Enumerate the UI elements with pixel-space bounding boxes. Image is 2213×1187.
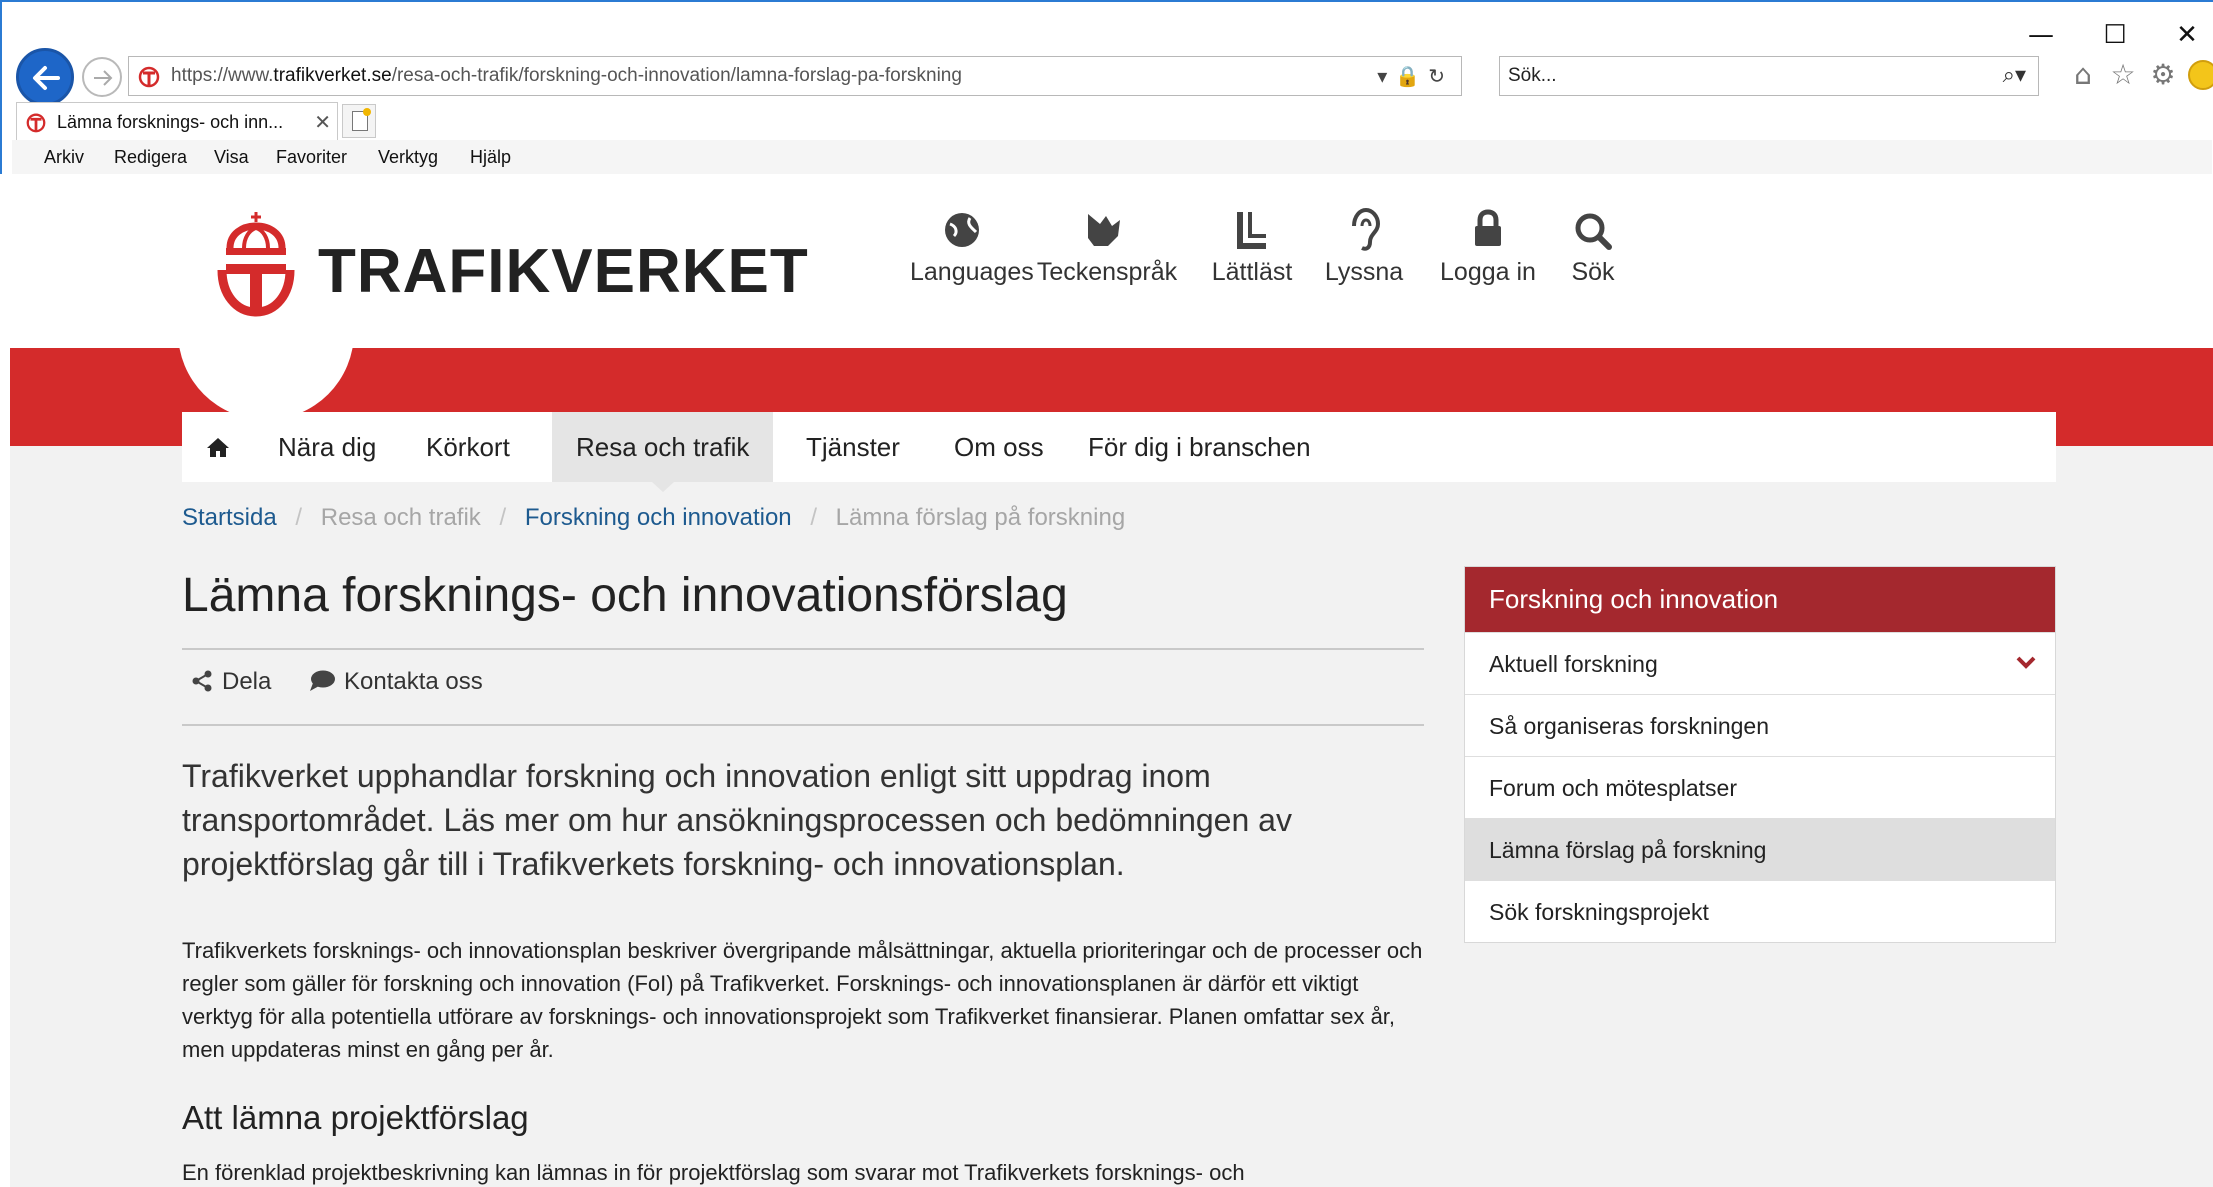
url-path: /resa-och-trafik/forskning-och-innovatio… — [391, 65, 962, 86]
util-label-sok: Sök — [1571, 258, 1615, 286]
sidebar-item-forum[interactable]: Forum och mötesplatser — [1465, 756, 2055, 818]
menu-favoriter[interactable]: Favoriter — [276, 140, 347, 174]
forward-arrow-icon — [94, 70, 113, 86]
address-tools[interactable]: ▾🔒↻ — [1377, 57, 1453, 95]
maximize-button[interactable]: ☐ — [2090, 16, 2140, 54]
nav-tjanster[interactable]: Tjänster — [792, 412, 914, 482]
speech-bubble-icon — [310, 670, 335, 691]
body-paragraph: Trafikverkets forsknings- och innovation… — [182, 938, 1423, 1062]
nav-korkort[interactable]: Körkort — [412, 412, 524, 482]
menu-arkiv[interactable]: Arkiv — [44, 140, 84, 174]
nav-for-dig-i-branschen[interactable]: För dig i branschen — [1074, 412, 1325, 482]
util-lyssna[interactable]: Lyssna — [1314, 206, 1414, 306]
menu-visa[interactable]: Visa — [214, 140, 249, 174]
sidebar-item-aktuell-forskning[interactable]: Aktuell forskning — [1465, 632, 2055, 694]
home-icon[interactable]: ⌂ — [2066, 58, 2100, 92]
util-languages[interactable]: Languages — [910, 206, 1034, 306]
util-label-lattlast: Lättläst — [1211, 258, 1293, 286]
close-window-button[interactable]: ✕ — [2162, 16, 2212, 54]
forward-button[interactable] — [82, 57, 122, 97]
util-teckensprak[interactable]: Teckenspråk — [1022, 206, 1192, 306]
breadcrumb-separator: / — [295, 504, 303, 531]
menu-hjalp[interactable]: Hjälp — [470, 140, 511, 174]
trafikverket-emblem-icon[interactable] — [216, 210, 296, 318]
body-paragraph-2: En förenklad projektbeskrivning kan lämn… — [182, 1160, 1245, 1185]
tab-favicon-icon — [26, 113, 46, 133]
breadcrumb: Startsida / Resa och trafik / Forskning … — [182, 504, 1125, 532]
menu-bar: Arkiv Redigera Visa Favoriter Verktyg Hj… — [12, 140, 2212, 176]
share-label: Dela — [222, 668, 272, 695]
back-arrow-icon — [33, 66, 60, 90]
util-label-lyssna: Lyssna — [1324, 258, 1404, 286]
section-sidebar-menu: Forskning och innovation Aktuell forskni… — [1464, 566, 2056, 943]
easy-read-icon — [1237, 212, 1266, 249]
new-tab-button[interactable] — [342, 104, 376, 138]
browser-search-box[interactable]: ⌕▾ — [1499, 56, 2039, 96]
main-navigation: Nära dig Körkort Resa och trafik Tjänste… — [182, 412, 2056, 492]
nav-resa-och-trafik[interactable]: Resa och trafik — [552, 412, 774, 492]
address-bar[interactable]: https://www.trafikverket.se/resa-och-tra… — [128, 56, 1462, 96]
sidebar-item-lamna-forslag[interactable]: Lämna förslag på forskning — [1465, 818, 2055, 880]
menu-verktyg[interactable]: Verktyg — [378, 140, 438, 174]
sidebar-item-label: Så organiseras forskningen — [1489, 713, 1769, 739]
url-domain: trafikverket.se — [273, 65, 392, 86]
divider — [182, 724, 1424, 726]
site-logo-text[interactable]: TRAFIKVERKET — [318, 236, 809, 307]
lock-icon — [1475, 209, 1501, 246]
feedback-smiley-icon[interactable] — [2188, 60, 2213, 90]
sidebar-title[interactable]: Forskning och innovation — [1465, 567, 2055, 632]
breadcrumb-current: Lämna förslag på forskning — [835, 504, 1126, 531]
url-prefix: https://www. — [171, 65, 274, 86]
contact-label: Kontakta oss — [344, 668, 483, 695]
home-icon — [207, 438, 229, 457]
nav-nara-dig[interactable]: Nära dig — [264, 412, 390, 482]
breadcrumb-separator: / — [810, 504, 817, 531]
nav-om-oss[interactable]: Om oss — [940, 412, 1058, 482]
sidebar-item-sok-forskningsprojekt[interactable]: Sök forskningsprojekt — [1465, 880, 2055, 942]
back-button[interactable] — [16, 48, 74, 106]
new-tab-icon — [352, 108, 371, 131]
tab-title: Lämna forsknings- och inn... — [57, 112, 284, 132]
breadcrumb-startsida[interactable]: Startsida — [182, 504, 277, 531]
minimize-button[interactable]: — — [2016, 16, 2066, 54]
sidebar-item-label: Aktuell forskning — [1489, 651, 1658, 677]
share-icon — [192, 670, 212, 692]
nav-home[interactable] — [182, 412, 254, 482]
menu-redigera[interactable]: Redigera — [114, 140, 187, 174]
search-icon — [1575, 213, 1612, 250]
divider — [182, 648, 1424, 650]
util-label-logga-in: Logga in — [1440, 258, 1536, 286]
util-lattlast[interactable]: Lättläst — [1200, 206, 1304, 306]
address-url[interactable]: https://www.trafikverket.se/resa-och-tra… — [171, 57, 962, 95]
breadcrumb-separator: / — [499, 504, 507, 531]
favorites-star-icon[interactable]: ☆ — [2106, 58, 2140, 92]
util-label-teckensprak: Teckenspråk — [1036, 258, 1178, 286]
util-label-languages: Languages — [910, 258, 1034, 286]
share-button[interactable]: Dela — [190, 668, 271, 696]
web-page: TRAFIKVERKET Languages Teckenspråk Lättl… — [10, 174, 2213, 1187]
browser-chrome: — ☐ ✕ https://www.trafikverket.se/resa-o… — [0, 0, 2213, 176]
browser-search-input[interactable] — [1508, 61, 1948, 91]
settings-gear-icon[interactable]: ⚙ — [2146, 58, 2180, 92]
section-heading: Att lämna projektförslag — [182, 1099, 529, 1136]
sidebar-item-label: Sök forskningsprojekt — [1489, 899, 1709, 925]
chevron-down-icon[interactable] — [2015, 655, 2037, 671]
contact-button[interactable]: Kontakta oss — [308, 668, 483, 696]
lead-paragraph: Trafikverket upphandlar forskning och in… — [182, 758, 1292, 882]
sidebar-item-label: Lämna förslag på forskning — [1489, 837, 1767, 863]
tab-close-icon[interactable]: ✕ — [314, 103, 331, 141]
sidebar-item-sa-organiseras[interactable]: Så organiseras forskningen — [1465, 694, 2055, 756]
ear-listen-icon — [1352, 207, 1381, 251]
site-favicon-icon — [138, 66, 160, 88]
page-title: Lämna forsknings- och innovationsförslag — [182, 569, 1068, 622]
util-logga-in[interactable]: Logga in — [1428, 206, 1548, 306]
browser-tab-active[interactable]: Lämna forsknings- och inn... ✕ — [16, 102, 338, 140]
globe-icon — [945, 213, 979, 247]
search-dropdown-icon[interactable]: ⌕▾ — [2003, 63, 2026, 88]
breadcrumb-forskning-och-innovation[interactable]: Forskning och innovation — [525, 504, 792, 531]
breadcrumb-resa-och-trafik[interactable]: Resa och trafik — [321, 504, 481, 531]
sign-language-hands-icon — [1088, 214, 1120, 246]
sidebar-item-label: Forum och mötesplatser — [1489, 775, 1737, 801]
util-sok[interactable]: Sök — [1558, 206, 1628, 306]
